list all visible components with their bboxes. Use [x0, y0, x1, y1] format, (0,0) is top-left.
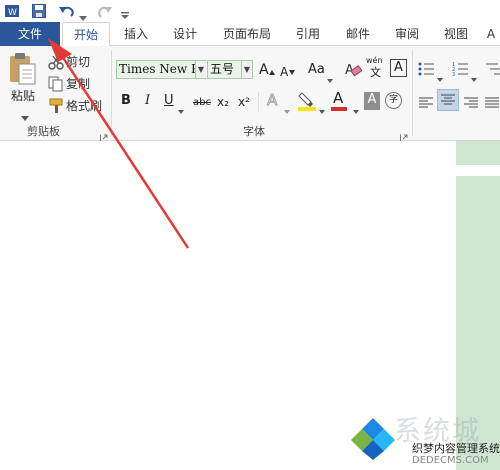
watermark-text: 织梦内容管理系统: [412, 442, 500, 455]
annotation-arrow-icon: [48, 38, 190, 249]
watermark-url: DEDECMS.COM: [412, 455, 489, 466]
watermark-logo-icon: [348, 412, 398, 466]
